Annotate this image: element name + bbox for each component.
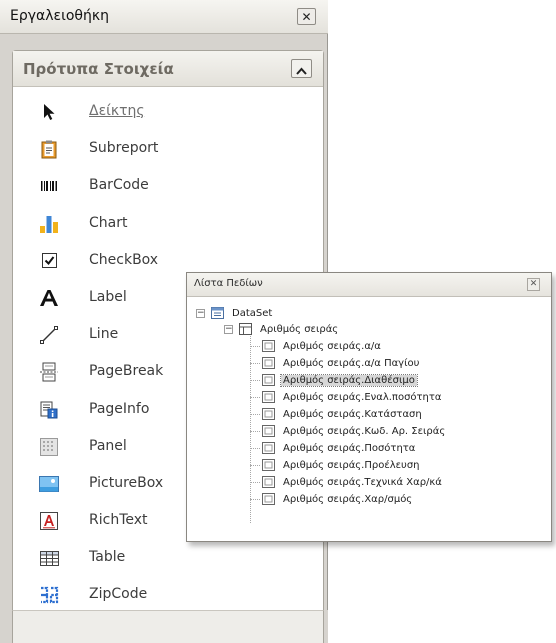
tree-node-label: Αριθμός σειράς.α/α	[283, 340, 381, 352]
toolbox-item-label: Panel	[89, 437, 127, 454]
toolbox-bottom-area	[0, 610, 328, 643]
tree-node-label: Αριθμός σειράς.α/α Παγίου	[283, 357, 420, 369]
toolbox-item-label: Chart	[89, 214, 128, 231]
close-icon: ✕	[529, 279, 538, 289]
section-collapse-button[interactable]	[291, 59, 312, 78]
field-list-title: Λίστα Πεδίων	[194, 278, 263, 289]
toolbox-titlebar[interactable]: Εργαλειοθήκη ✕	[0, 0, 328, 34]
field-icon	[262, 340, 275, 352]
tree-node-dataset[interactable]: DataSet	[211, 305, 274, 321]
toolbox-item-label: Label	[89, 288, 127, 305]
section-header[interactable]: Πρότυπα Στοιχεία	[13, 51, 323, 87]
field-icon	[262, 408, 275, 420]
tree-node-label: Αριθμός σειράς.Προέλευση	[283, 459, 420, 471]
pointer-arrow-icon	[39, 102, 59, 122]
toolbox-item-label: PictureBox	[89, 474, 164, 491]
field-icon	[262, 442, 275, 454]
tree-node-label: Αριθμός σειράς	[260, 323, 339, 335]
richtext-icon	[39, 511, 59, 531]
toolbox-item-barcode[interactable]: BarCode	[13, 167, 323, 204]
field-list-window: Λίστα Πεδίων ✕ − DataSet − Αριθμός σειρά…	[186, 272, 552, 542]
toolbox-item-label: RichText	[89, 512, 148, 529]
tree-node-label: Αριθμός σειράς.Χαρ/σμός	[283, 493, 413, 505]
close-icon: ✕	[301, 10, 312, 24]
panel-icon	[39, 437, 59, 457]
tree-node-field[interactable]: Αριθμός σειράς.Τεχνικά Χαρ/κά	[262, 474, 444, 490]
field-list-titlebar[interactable]: Λίστα Πεδίων ✕	[187, 273, 551, 297]
dataset-icon	[211, 307, 224, 319]
toolbox-item-label: BarCode	[89, 177, 149, 194]
tree-node-label: Αριθμός σειράς.Εναλ.ποσότητα	[283, 391, 442, 403]
tree-node-field[interactable]: Αριθμός σειράς.α/α Παγίου	[262, 355, 421, 371]
tree-connector	[250, 499, 260, 500]
section-footer	[12, 610, 324, 643]
tree-node-label: Αριθμός σειράς.Τεχνικά Χαρ/κά	[283, 476, 442, 488]
tree-node-field[interactable]: Αριθμός σειράς.α/α	[262, 338, 383, 354]
pageinfo-icon	[39, 400, 59, 420]
toolbox-item-chart[interactable]: Chart	[13, 205, 323, 242]
tree-connector	[250, 346, 260, 347]
zipcode-icon	[39, 585, 59, 605]
tree-node-label: Αριθμός σειράς.Διαθέσιμο	[280, 373, 418, 387]
field-icon	[262, 459, 275, 471]
toolbox-item-label: Line	[89, 326, 119, 343]
tree-connector	[250, 397, 260, 398]
table-icon	[39, 548, 59, 568]
tree-node-field[interactable]: Αριθμός σειράς.Ποσότητα	[262, 440, 417, 456]
table-expander[interactable]: −	[224, 325, 233, 334]
tree-connector	[250, 431, 260, 432]
tree-node-field-selected[interactable]: Αριθμός σειράς.Διαθέσιμο	[262, 372, 418, 388]
subreport-icon	[39, 139, 59, 159]
tree-node-field[interactable]: Αριθμός σειράς.Εναλ.ποσότητα	[262, 389, 444, 405]
toolbox-item-pointer[interactable]: Δείκτης	[13, 93, 323, 130]
dataset-expander[interactable]: −	[196, 309, 205, 318]
tree-node-field[interactable]: Αριθμός σειράς.Κωδ. Αρ. Σειράς	[262, 423, 447, 439]
toolbox-item-subreport[interactable]: Subreport	[13, 130, 323, 167]
field-icon	[262, 357, 275, 369]
line-icon	[39, 325, 59, 345]
tree-connector	[250, 380, 260, 381]
picturebox-icon	[39, 474, 59, 494]
toolbox-item-zipcode[interactable]: ZipCode	[13, 576, 323, 613]
tree-connector	[250, 482, 260, 483]
tree-node-label: DataSet	[232, 307, 273, 319]
tree-node-label: Αριθμός σειράς.Ποσότητα	[283, 442, 416, 454]
chevron-up-icon	[296, 67, 307, 75]
toolbox-item-label: PageBreak	[89, 363, 164, 380]
barcode-icon	[39, 176, 59, 196]
pagebreak-icon	[39, 362, 59, 382]
label-icon	[39, 288, 59, 308]
tree-connector	[250, 448, 260, 449]
tree-node-label: Αριθμός σειράς.Κατάσταση	[283, 408, 422, 420]
tree-node-field[interactable]: Αριθμός σειράς.Προέλευση	[262, 457, 422, 473]
tree-node-table[interactable]: Αριθμός σειράς	[239, 321, 340, 337]
checkbox-icon	[39, 251, 59, 271]
tree-connector	[250, 329, 251, 523]
tree-connector	[250, 465, 260, 466]
toolbox-item-label: Table	[89, 549, 126, 566]
tree-node-field[interactable]: Αριθμός σειράς.Χαρ/σμός	[262, 491, 414, 507]
toolbox-item-label: ZipCode	[89, 586, 148, 603]
section-title: Πρότυπα Στοιχεία	[23, 60, 174, 78]
toolbox-item-table[interactable]: Table	[13, 539, 323, 576]
field-icon	[262, 374, 275, 386]
field-icon	[262, 425, 275, 437]
tree-connector	[250, 363, 260, 364]
toolbox-item-label: Δείκτης	[89, 103, 145, 119]
table-node-icon	[239, 323, 252, 335]
field-icon	[262, 476, 275, 488]
field-icon	[262, 391, 275, 403]
toolbox-item-label: Subreport	[89, 140, 159, 157]
chart-icon	[39, 214, 59, 234]
toolbox-item-label: PageInfo	[89, 400, 150, 417]
field-list-close-button[interactable]: ✕	[527, 278, 540, 291]
toolbox-close-button[interactable]: ✕	[297, 8, 316, 25]
tree-connector	[250, 414, 260, 415]
tree-node-field[interactable]: Αριθμός σειράς.Κατάσταση	[262, 406, 424, 422]
field-icon	[262, 493, 275, 505]
tree-node-label: Αριθμός σειράς.Κωδ. Αρ. Σειράς	[283, 425, 446, 437]
toolbox-title: Εργαλειοθήκη	[10, 8, 109, 24]
toolbox-item-label: CheckBox	[89, 251, 159, 268]
field-tree: − DataSet − Αριθμός σειράς Αριθμός σειρά…	[188, 299, 550, 541]
